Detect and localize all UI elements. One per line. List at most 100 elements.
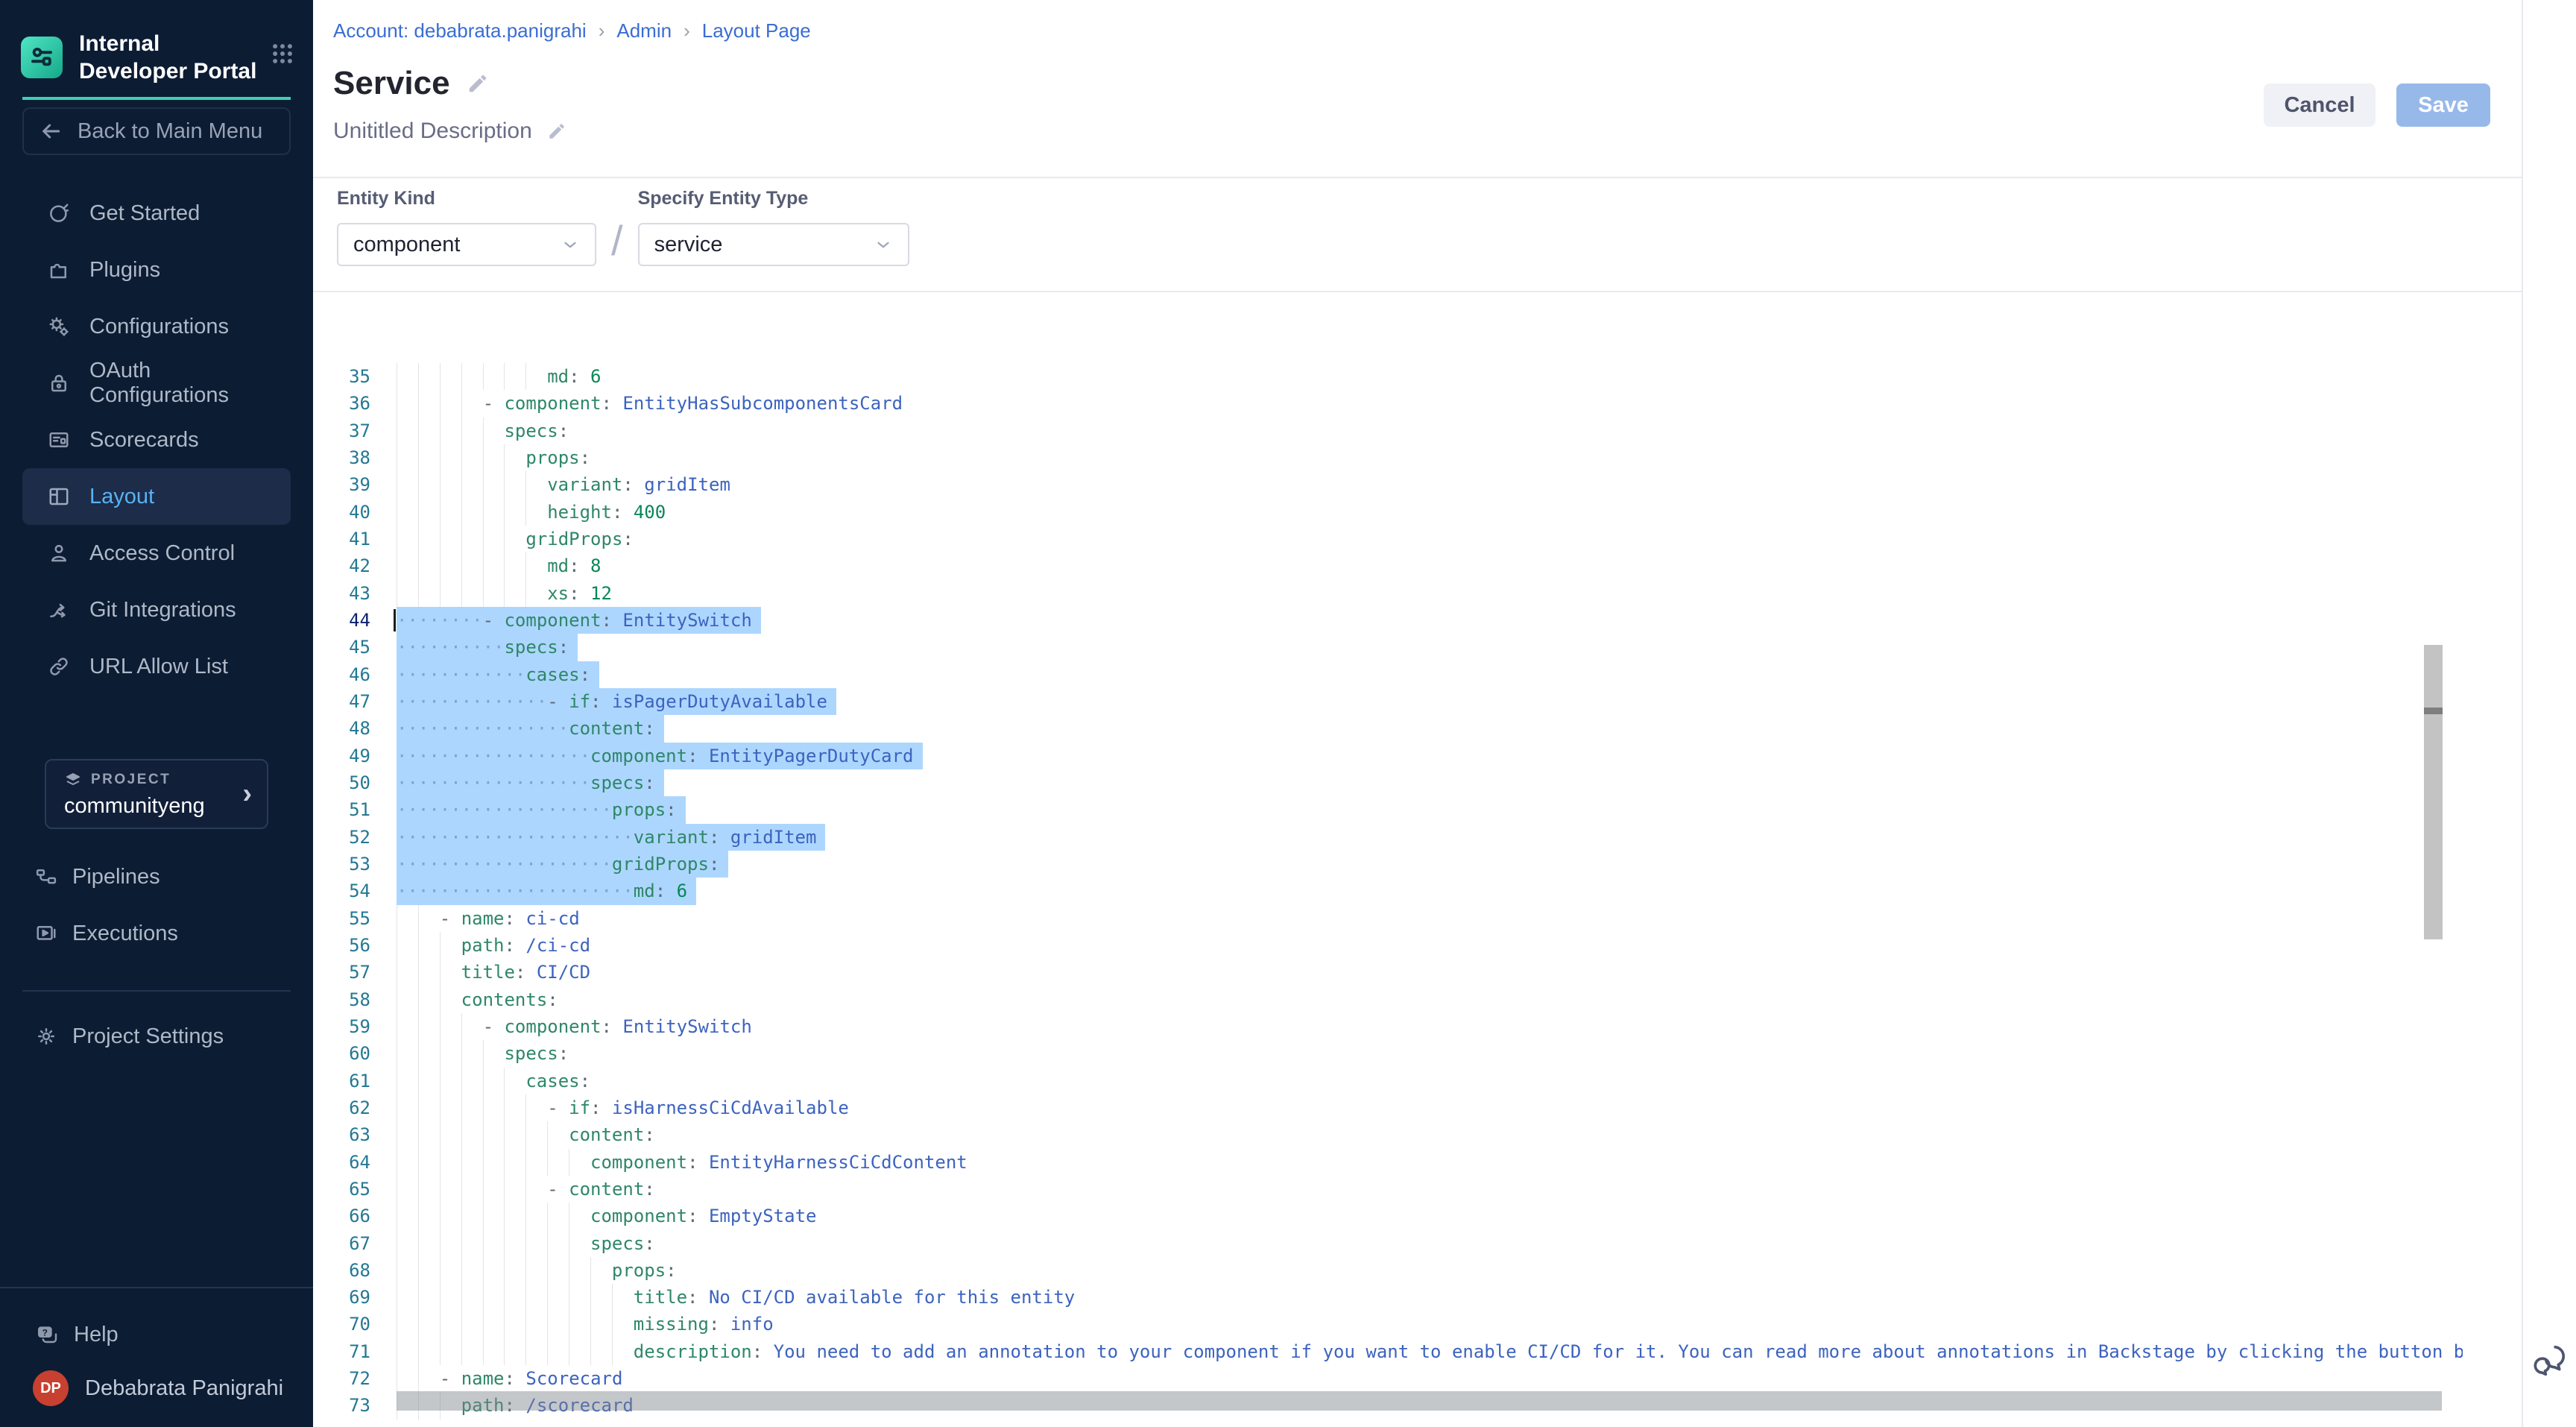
line-number[interactable]: 62 xyxy=(344,1094,370,1121)
line-number[interactable]: 42 xyxy=(344,552,370,579)
code-line-62[interactable]: 62- if: isHarnessCiCdAvailable xyxy=(313,1094,2463,1121)
line-number[interactable]: 71 xyxy=(344,1338,370,1365)
sidebar-item-layout[interactable]: Layout xyxy=(22,468,291,525)
line-number[interactable]: 58 xyxy=(344,986,370,1013)
line-number[interactable]: 45 xyxy=(344,634,370,661)
sidebar-item-configurations[interactable]: Configurations xyxy=(22,298,291,355)
vertical-scrollbar[interactable] xyxy=(2424,645,2443,939)
code-line-56[interactable]: 56path: /ci-cd xyxy=(313,932,2463,959)
line-number[interactable]: 65 xyxy=(344,1176,370,1203)
code-line-53[interactable]: 53····················gridProps: xyxy=(313,851,2463,878)
yaml-editor[interactable]: 35md: 636- component: EntityHasSubcompon… xyxy=(313,292,2463,1427)
code-line-61[interactable]: 61cases: xyxy=(313,1068,2463,1094)
code-line-35[interactable]: 35md: 6 xyxy=(313,363,2463,390)
code-line-49[interactable]: 49··················component: EntityPag… xyxy=(313,743,2463,769)
code-line-55[interactable]: 55- name: ci-cd xyxy=(313,905,2463,932)
project-selector[interactable]: PROJECT communityeng › xyxy=(45,759,268,829)
code-line-54[interactable]: 54······················md: 6 xyxy=(313,878,2463,904)
code-line-39[interactable]: 39variant: gridItem xyxy=(313,471,2463,498)
line-number[interactable]: 47 xyxy=(344,688,370,715)
code-line-41[interactable]: 41gridProps: xyxy=(313,526,2463,552)
code-line-69[interactable]: 69title: No CI/CD available for this ent… xyxy=(313,1284,2463,1311)
code-line-71[interactable]: 71description: You need to add an annota… xyxy=(313,1338,2463,1365)
line-number[interactable]: 40 xyxy=(344,499,370,526)
line-number[interactable]: 69 xyxy=(344,1284,370,1311)
breadcrumb-account[interactable]: Account: debabrata.panigrahi xyxy=(333,19,587,42)
line-number[interactable]: 38 xyxy=(344,444,370,471)
code-line-63[interactable]: 63content: xyxy=(313,1121,2463,1148)
code-line-58[interactable]: 58contents: xyxy=(313,986,2463,1013)
code-line-48[interactable]: 48················content: xyxy=(313,715,2463,742)
code-line-57[interactable]: 57title: CI/CD xyxy=(313,959,2463,986)
code-line-43[interactable]: 43xs: 12 xyxy=(313,580,2463,607)
sidebar-item-git-integrations[interactable]: Git Integrations xyxy=(22,582,291,638)
line-number[interactable]: 53 xyxy=(344,851,370,878)
line-number[interactable]: 70 xyxy=(344,1311,370,1338)
breadcrumb-layout-page[interactable]: Layout Page xyxy=(702,19,811,42)
code-line-66[interactable]: 66component: EmptyState xyxy=(313,1203,2463,1229)
save-button[interactable]: Save xyxy=(2396,84,2490,127)
line-number[interactable]: 64 xyxy=(344,1149,370,1176)
code-line-59[interactable]: 59- component: EntitySwitch xyxy=(313,1013,2463,1040)
sidebar-item-project-settings[interactable]: Project Settings xyxy=(0,1008,313,1065)
sidebar-item-scorecards[interactable]: Scorecards xyxy=(22,412,291,468)
entity-type-select[interactable]: service xyxy=(638,223,909,266)
horizontal-scrollbar[interactable] xyxy=(397,1391,2442,1411)
code-line-40[interactable]: 40height: 400 xyxy=(313,499,2463,526)
line-number[interactable]: 56 xyxy=(344,932,370,959)
edit-title-pencil-icon[interactable] xyxy=(467,72,489,95)
line-number[interactable]: 61 xyxy=(344,1068,370,1094)
code-line-36[interactable]: 36- component: EntityHasSubcomponentsCar… xyxy=(313,390,2463,417)
line-number[interactable]: 63 xyxy=(344,1121,370,1148)
apps-grid-icon[interactable] xyxy=(270,41,295,70)
code-line-50[interactable]: 50··················specs: xyxy=(313,769,2463,796)
code-line-37[interactable]: 37specs: xyxy=(313,418,2463,444)
line-number[interactable]: 54 xyxy=(344,878,370,904)
line-number[interactable]: 44 xyxy=(344,607,370,634)
sidebar-item-url-allow-list[interactable]: URL Allow List xyxy=(22,638,291,695)
line-number[interactable]: 52 xyxy=(344,824,370,851)
code-line-38[interactable]: 38props: xyxy=(313,444,2463,471)
line-number[interactable]: 55 xyxy=(344,905,370,932)
sidebar-item-get-started[interactable]: Get Started xyxy=(22,185,291,242)
line-number[interactable]: 41 xyxy=(344,526,370,552)
code-line-65[interactable]: 65- content: xyxy=(313,1176,2463,1203)
line-number[interactable]: 37 xyxy=(344,418,370,444)
line-number[interactable]: 59 xyxy=(344,1013,370,1040)
line-number[interactable]: 43 xyxy=(344,580,370,607)
line-number[interactable]: 51 xyxy=(344,796,370,823)
line-number[interactable]: 39 xyxy=(344,471,370,498)
entity-kind-select[interactable]: component xyxy=(337,223,596,266)
code-line-52[interactable]: 52······················variant: gridIte… xyxy=(313,824,2463,851)
line-number[interactable]: 57 xyxy=(344,959,370,986)
sidebar-item-oauth-configurations[interactable]: OAuth Configurations xyxy=(22,355,291,412)
code-line-60[interactable]: 60specs: xyxy=(313,1040,2463,1067)
cancel-button[interactable]: Cancel xyxy=(2264,84,2375,127)
code-line-42[interactable]: 42md: 8 xyxy=(313,552,2463,579)
line-number[interactable]: 50 xyxy=(344,769,370,796)
line-number[interactable]: 46 xyxy=(344,661,370,688)
line-number[interactable]: 36 xyxy=(344,390,370,417)
code-line-72[interactable]: 72- name: Scorecard xyxy=(313,1365,2463,1392)
line-number[interactable]: 72 xyxy=(344,1365,370,1392)
sidebar-item-executions[interactable]: Executions xyxy=(0,905,313,962)
sidebar-item-plugins[interactable]: Plugins xyxy=(22,242,291,298)
chevron-right-icon[interactable]: › xyxy=(242,778,252,810)
breadcrumb-admin[interactable]: Admin xyxy=(616,19,672,42)
line-number[interactable]: 67 xyxy=(344,1230,370,1257)
sidebar-item-pipelines[interactable]: Pipelines xyxy=(0,848,313,905)
code-line-70[interactable]: 70missing: info xyxy=(313,1311,2463,1338)
code-line-67[interactable]: 67specs: xyxy=(313,1230,2463,1257)
sidebar-item-access-control[interactable]: Access Control xyxy=(22,525,291,582)
line-number[interactable]: 73 xyxy=(344,1392,370,1419)
code-line-51[interactable]: 51····················props: xyxy=(313,796,2463,823)
line-number[interactable]: 35 xyxy=(344,363,370,390)
line-number[interactable]: 49 xyxy=(344,743,370,769)
code-line-46[interactable]: 46············cases: xyxy=(313,661,2463,688)
code-line-68[interactable]: 68props: xyxy=(313,1257,2463,1284)
line-number[interactable]: 48 xyxy=(344,715,370,742)
code-line-64[interactable]: 64component: EntityHarnessCiCdContent xyxy=(313,1149,2463,1176)
support-chat-icon[interactable] xyxy=(2529,1341,2568,1383)
user-menu[interactable]: DP Debabrata Panigrahi xyxy=(0,1370,313,1406)
line-number[interactable]: 66 xyxy=(344,1203,370,1229)
